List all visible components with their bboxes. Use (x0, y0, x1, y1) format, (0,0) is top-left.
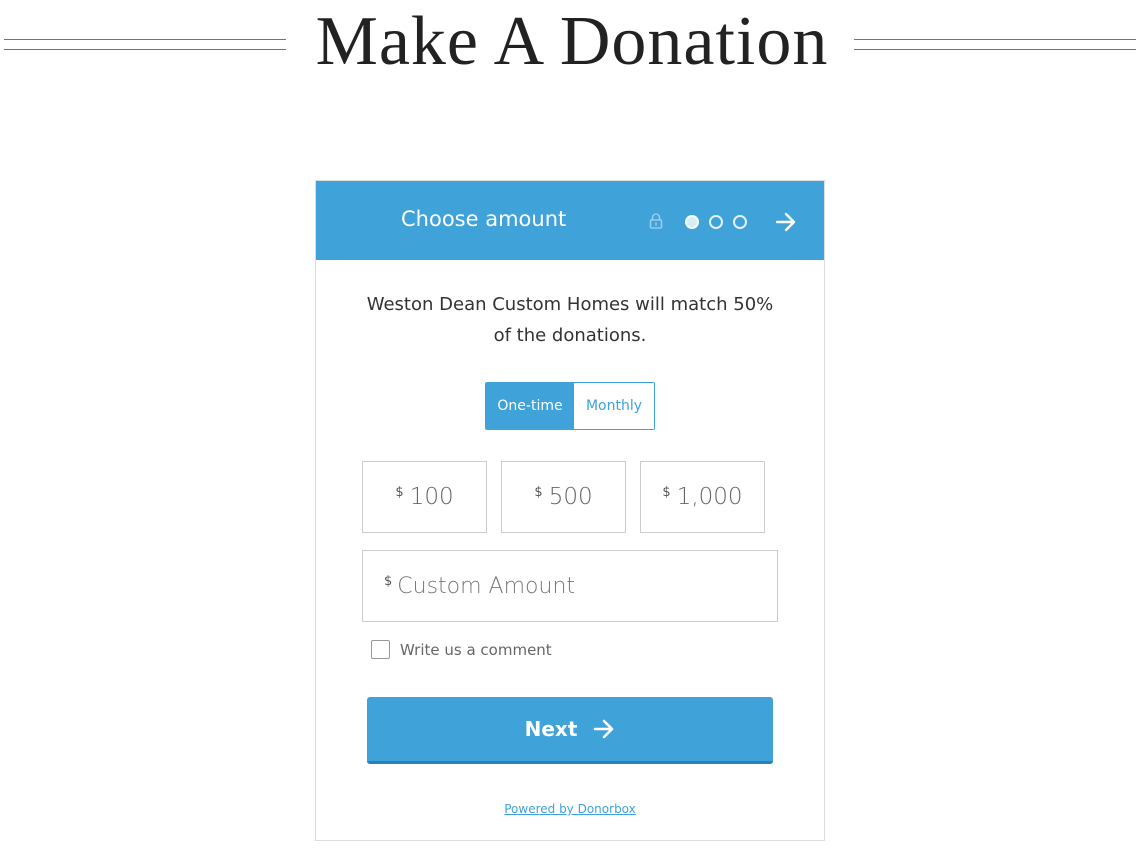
amount-value: 500 (548, 484, 593, 510)
step-dot (709, 215, 723, 229)
step-dot-active (685, 215, 699, 229)
monthly-button[interactable]: Monthly (574, 383, 654, 429)
amount-option-1000[interactable]: $ 1,000 (640, 461, 765, 533)
arrow-right-icon (594, 719, 614, 739)
one-time-button[interactable]: One-time (486, 383, 574, 429)
custom-amount-field[interactable]: $ (362, 550, 778, 622)
comment-checkbox[interactable] (371, 640, 390, 659)
widget-header: Choose amount (316, 181, 824, 260)
custom-amount-input[interactable] (397, 573, 758, 599)
currency-symbol: $ (395, 484, 404, 500)
comment-label: Write us a comment (400, 640, 552, 659)
donation-widget: Choose amount Weston Dean Custom Homes w… (315, 180, 825, 841)
match-message: Weston Dean Custom Homes will match 50% … (366, 294, 774, 346)
step-indicator (685, 215, 747, 229)
page-heading: Make A Donation (0, 0, 1144, 90)
amount-option-100[interactable]: $ 100 (362, 461, 487, 533)
currency-symbol: $ (662, 484, 671, 500)
page: Make A Donation Choose amount Weston Dea… (0, 0, 1144, 855)
currency-symbol: $ (384, 573, 393, 589)
powered-by-link[interactable]: Powered by Donorbox (316, 802, 824, 816)
decorative-rule-right (854, 39, 1136, 50)
next-button[interactable]: Next (367, 697, 773, 764)
step-dot (733, 215, 747, 229)
step-title: Choose amount (401, 207, 567, 231)
lock-icon (649, 213, 663, 229)
frequency-toggle: One-time Monthly (485, 382, 655, 430)
arrow-right-icon[interactable] (775, 211, 797, 233)
currency-symbol: $ (534, 484, 543, 500)
amount-option-500[interactable]: $ 500 (501, 461, 626, 533)
comment-option[interactable]: Write us a comment (371, 640, 552, 659)
next-button-label: Next (524, 717, 578, 741)
amount-value: 100 (409, 484, 454, 510)
amount-value: 1,000 (676, 484, 743, 510)
